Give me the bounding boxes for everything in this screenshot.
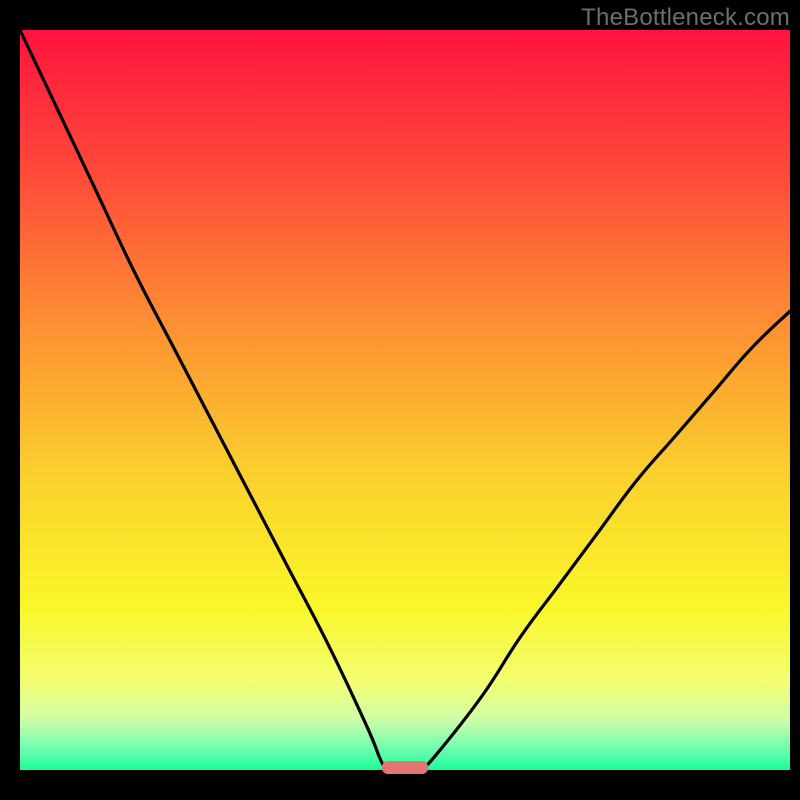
chart-container: TheBottleneck.com (0, 0, 800, 800)
plot-background (20, 30, 790, 770)
bottleneck-chart (0, 0, 800, 800)
watermark-text: TheBottleneck.com (581, 4, 790, 32)
minimum-marker (382, 761, 428, 774)
